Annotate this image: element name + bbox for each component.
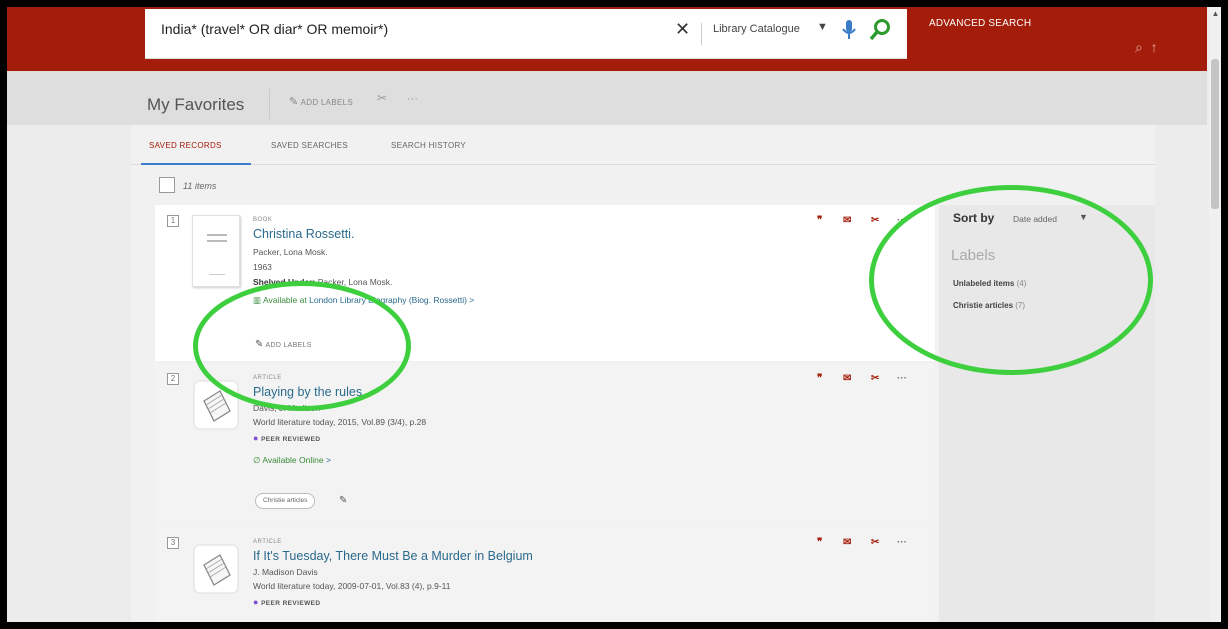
list-item[interactable]: 3 ARTICLE If It's Tuesday, There Must Be… bbox=[155, 527, 935, 622]
more-icon[interactable]: ··· bbox=[897, 537, 907, 548]
citation-icon[interactable]: ❞ bbox=[817, 537, 822, 548]
citation-icon[interactable]: ❞ bbox=[817, 373, 822, 384]
screenshot-frame: India* (travel* OR diar* OR memoir*) ✕ L… bbox=[0, 0, 1228, 629]
unpin-icon[interactable]: ✂ bbox=[377, 91, 387, 105]
record-author[interactable]: Packer, Lona Mosk. bbox=[253, 247, 328, 257]
more-icon[interactable]: ··· bbox=[407, 93, 418, 105]
tab-saved-searches[interactable]: SAVED SEARCHES bbox=[271, 141, 348, 150]
chevron-right-icon: > bbox=[469, 295, 475, 305]
record-checkbox[interactable]: 3 bbox=[167, 537, 179, 549]
cover-line bbox=[207, 234, 227, 236]
search-box[interactable]: India* (travel* OR diar* OR memoir*) ✕ L… bbox=[145, 9, 907, 59]
link-icon: ∅ bbox=[253, 455, 261, 465]
search-divider bbox=[701, 23, 702, 45]
scrollbar-thumb[interactable] bbox=[1211, 59, 1219, 209]
add-labels-label: ADD LABELS bbox=[300, 98, 353, 107]
pencil-icon: ✎ bbox=[289, 96, 299, 108]
record-type: ARTICLE bbox=[253, 539, 282, 545]
item-count: 11 items bbox=[183, 181, 217, 191]
email-icon[interactable]: ✉ bbox=[843, 215, 851, 226]
record-checkbox[interactable]: 2 bbox=[167, 373, 179, 385]
peer-reviewed-icon: ● bbox=[253, 433, 259, 443]
active-tab-indicator bbox=[141, 163, 251, 165]
record-source: World literature today, 2009-07-01, Vol.… bbox=[253, 581, 451, 591]
pin-icon[interactable]: ✂ bbox=[871, 215, 879, 226]
advanced-search-link[interactable]: ADVANCED SEARCH bbox=[929, 18, 1031, 29]
record-source: World literature today, 2015, Vol.89 (3/… bbox=[253, 417, 427, 427]
page-title: My Favorites bbox=[147, 95, 245, 114]
record-year: 1963 bbox=[253, 262, 272, 272]
record-actions: ❞ ✉ ✂ ··· bbox=[817, 537, 927, 553]
search-icon[interactable] bbox=[869, 18, 891, 42]
pencil-icon[interactable]: ✎ bbox=[339, 495, 347, 506]
availability-label: Available Online bbox=[262, 455, 324, 465]
label-chip[interactable]: Christie articles bbox=[255, 493, 316, 509]
email-icon[interactable]: ✉ bbox=[843, 537, 851, 548]
favorites-header: My Favorites ✎ ADD LABELS ✂ ··· bbox=[7, 71, 1207, 125]
book-cover-thumbnail[interactable] bbox=[192, 215, 240, 287]
chevron-down-icon[interactable]: ▼ bbox=[817, 21, 828, 33]
search-input[interactable]: India* (travel* OR diar* OR memoir*) bbox=[161, 21, 388, 37]
add-labels-button[interactable]: ✎ ADD LABELS bbox=[289, 95, 353, 108]
record-title[interactable]: If It's Tuesday, There Must Be a Murder … bbox=[253, 549, 533, 563]
tab-search-history[interactable]: SEARCH HISTORY bbox=[391, 141, 466, 150]
article-thumbnail-icon[interactable] bbox=[192, 539, 240, 599]
top-icons[interactable]: ⌕ ↑ bbox=[1135, 39, 1158, 56]
email-icon[interactable]: ✉ bbox=[843, 373, 851, 384]
annotation-circle bbox=[869, 185, 1153, 375]
more-icon[interactable]: ··· bbox=[897, 373, 907, 384]
pin-icon[interactable]: ✂ bbox=[871, 537, 879, 548]
cover-line bbox=[207, 240, 227, 242]
record-author[interactable]: J. Madison Davis bbox=[253, 567, 318, 577]
pin-icon[interactable]: ✂ bbox=[871, 373, 879, 384]
peer-reviewed-badge: ● PEER REVIEWED bbox=[253, 597, 320, 607]
tab-saved-records[interactable]: SAVED RECORDS bbox=[149, 141, 222, 150]
record-type: BOOK bbox=[253, 217, 273, 223]
cover-line bbox=[209, 274, 225, 275]
record-title[interactable]: Christina Rossetti. bbox=[253, 227, 354, 241]
top-bar: India* (travel* OR diar* OR memoir*) ✕ L… bbox=[7, 7, 1207, 71]
citation-icon[interactable]: ❞ bbox=[817, 215, 822, 226]
microphone-icon[interactable] bbox=[841, 18, 857, 42]
peer-reviewed-label: PEER REVIEWED bbox=[261, 600, 321, 607]
tab-bar: SAVED RECORDS SAVED SEARCHES SEARCH HIST… bbox=[131, 125, 1155, 165]
scroll-up-icon[interactable]: ▲ bbox=[1210, 7, 1221, 25]
peer-reviewed-badge: ● PEER REVIEWED bbox=[253, 433, 320, 443]
record-checkbox[interactable]: 1 bbox=[167, 215, 179, 227]
scope-select[interactable]: Library Catalogue bbox=[713, 23, 800, 35]
peer-reviewed-icon: ● bbox=[253, 597, 259, 607]
annotation-circle bbox=[193, 281, 411, 411]
availability-link[interactable]: ∅ Available Online > bbox=[253, 455, 331, 466]
clear-icon[interactable]: ✕ bbox=[675, 19, 690, 40]
page: India* (travel* OR diar* OR memoir*) ✕ L… bbox=[7, 7, 1221, 622]
peer-reviewed-label: PEER REVIEWED bbox=[261, 436, 321, 443]
chevron-right-icon: > bbox=[325, 455, 331, 465]
record-actions: ❞ ✉ ✂ ··· bbox=[817, 373, 927, 389]
divider bbox=[269, 89, 270, 119]
select-all-checkbox[interactable] bbox=[159, 177, 175, 193]
